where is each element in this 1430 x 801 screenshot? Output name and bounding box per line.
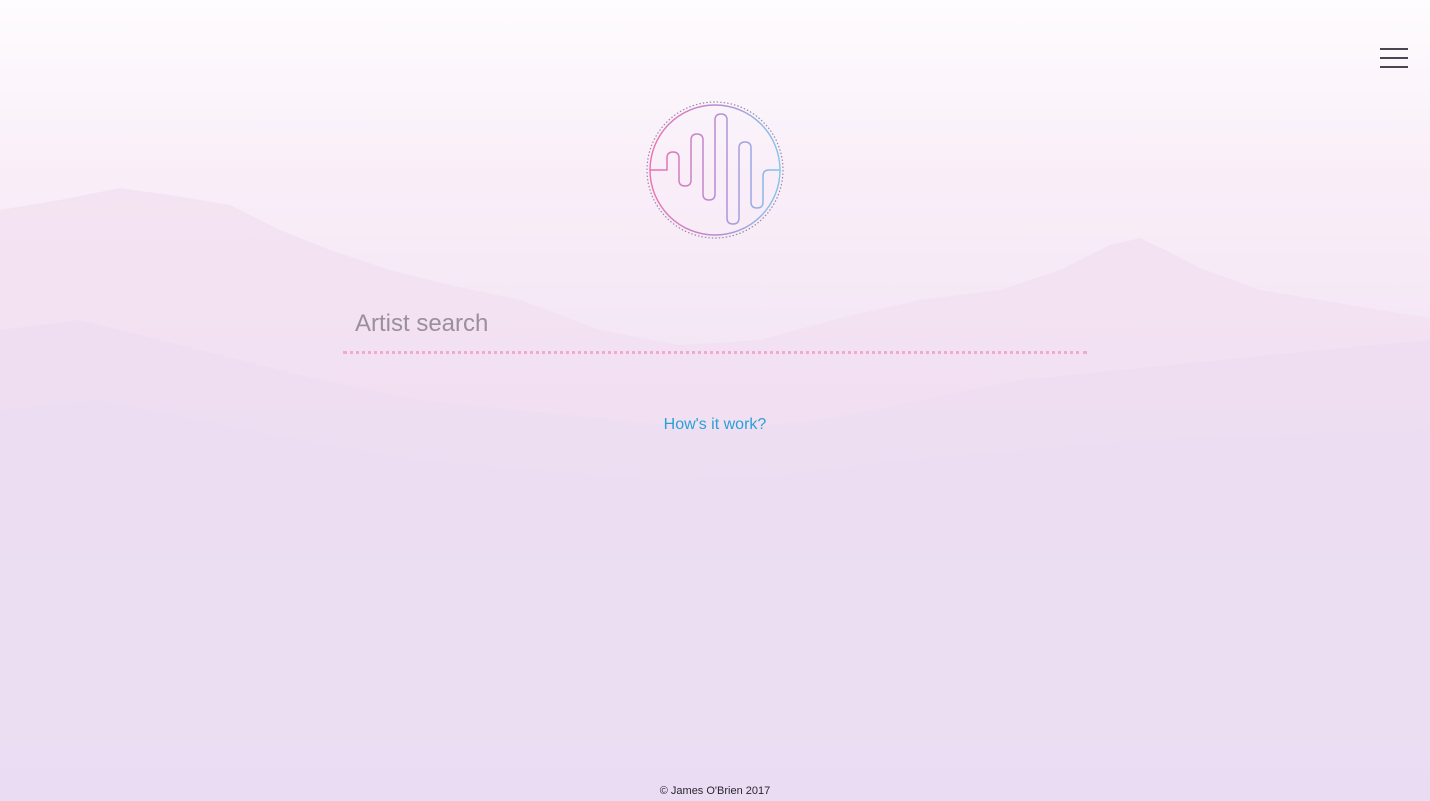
how-it-works-link[interactable]: How's it work? bbox=[0, 416, 1430, 434]
footer-copyright: © James O'Brien 2017 bbox=[659, 785, 771, 797]
artist-search-input[interactable] bbox=[343, 300, 1087, 348]
hamburger-line-bottom bbox=[1380, 66, 1408, 68]
sound-wave-logo-icon bbox=[646, 101, 784, 239]
hamburger-line-top bbox=[1380, 48, 1408, 50]
artist-search-field bbox=[343, 300, 1087, 354]
menu-button[interactable] bbox=[1380, 46, 1410, 70]
hamburger-line-middle bbox=[1380, 57, 1408, 59]
